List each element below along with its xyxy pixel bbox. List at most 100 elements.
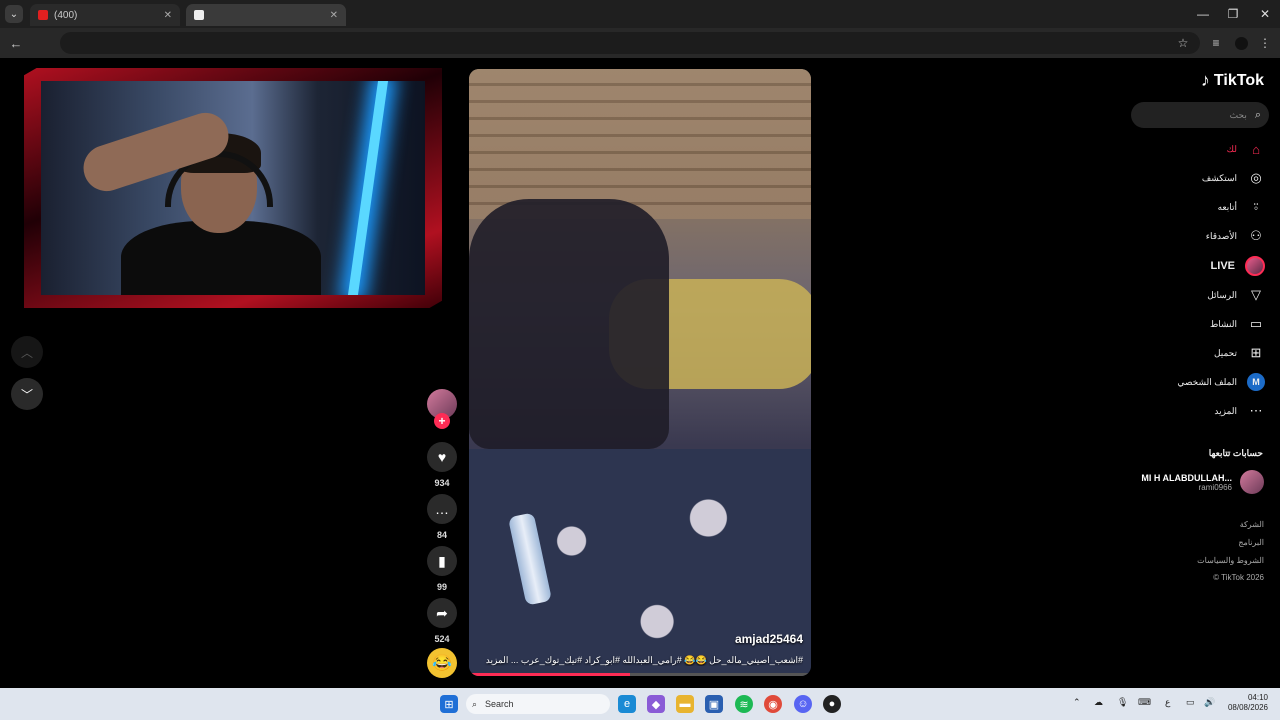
profile-avatar-icon[interactable]: [1232, 34, 1250, 52]
account-avatar: [1240, 470, 1264, 494]
nav-label: الأصدقاء: [1205, 230, 1237, 241]
edge-icon[interactable]: e: [618, 695, 636, 713]
chevron-down-icon: ﹀: [20, 387, 33, 402]
search-icon: ⌕: [472, 698, 478, 709]
file-explorer-icon[interactable]: ▬: [676, 695, 694, 713]
spotify-icon[interactable]: ≋: [735, 695, 753, 713]
nav-more[interactable]: ⋯ المزيد: [1214, 402, 1265, 420]
follow-plus-icon[interactable]: +: [434, 413, 450, 429]
video-scene-wall: [469, 69, 811, 219]
nav-label: استكشف: [1201, 172, 1237, 183]
nav-label: LIVE: [1210, 260, 1235, 272]
taskbar-search-label: Search: [485, 699, 514, 709]
maximize-icon[interactable]: ❐: [1216, 0, 1250, 28]
nav-activity[interactable]: ▭ النشاط: [1210, 315, 1265, 333]
clock-date: 08/08/2026: [1227, 703, 1268, 712]
led-light-strip: [347, 81, 389, 295]
messages-icon: ▽: [1251, 287, 1261, 302]
nav-upload[interactable]: ⊞ تحميل: [1214, 344, 1265, 362]
nav-friends[interactable]: ⚇ الأصدقاء: [1206, 227, 1265, 245]
followed-account[interactable]: MI H ALABDULLAH... rami0966: [1141, 470, 1264, 494]
footer-link-program[interactable]: البرنامج: [1238, 538, 1264, 547]
previous-video-button[interactable]: ︿: [11, 336, 43, 368]
network-icon[interactable]: ▭: [1186, 697, 1195, 708]
search-icon: ⌕: [1254, 108, 1261, 121]
following-accounts-title: حسابات تتابعها: [1208, 448, 1263, 458]
nav-label: المزيد: [1214, 405, 1237, 416]
save-count: 99: [436, 582, 447, 592]
onedrive-icon[interactable]: ☁: [1094, 697, 1103, 708]
share-arrow-icon[interactable]: ➦: [427, 598, 457, 628]
more-icon: ⋯: [1249, 403, 1263, 418]
volume-icon[interactable]: 🔊: [1204, 697, 1215, 708]
search-input[interactable]: بحث ⌕: [1131, 102, 1269, 128]
store-icon[interactable]: ▣: [705, 695, 723, 713]
chevron-up-icon: ︿: [20, 345, 33, 360]
nav-messages[interactable]: ▽ الرسائل: [1207, 286, 1265, 304]
media-controls-icon[interactable]: ≡: [1207, 34, 1225, 52]
back-arrow-icon[interactable]: ←: [6, 33, 26, 53]
window-close-icon[interactable]: ✕: [1248, 0, 1280, 28]
taskbar-search[interactable]: ⌕ Search: [466, 694, 610, 714]
copilot-icon[interactable]: ◆: [647, 695, 665, 713]
chrome-icon[interactable]: ◉: [764, 695, 782, 713]
nav-label: لك: [1226, 143, 1237, 154]
footer-link-terms[interactable]: الشروط والسياسات: [1197, 556, 1264, 565]
browser-tab-2[interactable]: ✕: [186, 4, 346, 26]
save-action[interactable]: ▮ 99: [426, 546, 458, 592]
address-input[interactable]: [60, 32, 1200, 54]
nav-for-you[interactable]: ⌂ لك: [1227, 140, 1265, 158]
tab-search-button[interactable]: ⌄: [5, 5, 23, 23]
search-placeholder: بحث: [1229, 109, 1247, 120]
video-scene-person: [469, 199, 669, 449]
keyboard-icon[interactable]: ⌨: [1138, 697, 1151, 708]
discord-icon[interactable]: ☺: [794, 695, 812, 713]
browser-tab-1[interactable]: (400) ✕: [30, 4, 180, 26]
close-icon[interactable]: ✕: [330, 10, 338, 21]
tray-overflow-icon[interactable]: ⌃: [1073, 697, 1081, 708]
share-action[interactable]: ➦ 524: [426, 598, 458, 644]
bookmark-icon[interactable]: ▮: [427, 546, 457, 576]
nav-profile[interactable]: M الملف الشخصي: [1177, 373, 1265, 391]
laughing-emoji-icon[interactable]: 😂: [427, 648, 457, 678]
webcam-feed: [41, 81, 425, 295]
heart-icon[interactable]: ♥: [427, 442, 457, 472]
input-language[interactable]: ع: [1165, 697, 1170, 708]
tiktok-favicon-icon: [194, 10, 204, 20]
menu-kebab-icon[interactable]: ⋮: [1256, 34, 1274, 52]
obs-icon[interactable]: ●: [823, 695, 841, 713]
windows-start-icon[interactable]: ⊞: [440, 695, 458, 713]
video-progress-fill: [469, 673, 630, 676]
next-video-button[interactable]: ﹀: [11, 378, 43, 410]
tiktok-note-icon: ♪: [1200, 70, 1210, 90]
minimize-icon[interactable]: —: [1186, 0, 1220, 28]
account-name: MI H ALABDULLAH...: [1141, 472, 1232, 483]
tiktok-logo[interactable]: ♪ TikTok: [1201, 70, 1264, 91]
nav-live[interactable]: LIVE: [1211, 256, 1265, 276]
upload-icon: ⊞: [1250, 345, 1262, 360]
home-icon: ⌂: [1252, 141, 1260, 157]
taskbar-clock[interactable]: 04:10 08/08/2026: [1228, 693, 1268, 713]
comment-icon[interactable]: …: [427, 494, 457, 524]
close-icon[interactable]: ✕: [164, 10, 172, 21]
video-caption[interactable]: #اشعب_اصيني_ماله_حل 😂😂 #رامي_العبدالله #…: [477, 655, 803, 666]
nav-label: الرسائل: [1207, 289, 1237, 300]
like-action[interactable]: ♥ 934: [426, 442, 458, 488]
like-count: 934: [434, 478, 450, 488]
bookmark-star-icon[interactable]: ☆: [1174, 34, 1192, 52]
nav-label: تحميل: [1213, 347, 1237, 358]
footer-link-company[interactable]: الشركة: [1240, 520, 1264, 529]
webcam-overlay: [24, 68, 442, 308]
nav-following[interactable]: ⍤ أتابعه: [1218, 198, 1265, 216]
compass-icon: ◎: [1250, 170, 1262, 185]
nav-explore[interactable]: ◎ استكشف: [1202, 169, 1265, 187]
youtube-icon: [38, 10, 48, 20]
tiktok-page: ︿ ﹀ amjad25464 #اشعب_اصيني_ماله_حل 😂😂 #ر…: [0, 58, 1280, 688]
video-progress-bar[interactable]: [469, 673, 811, 676]
video-player[interactable]: amjad25464 #اشعب_اصيني_ماله_حل 😂😂 #رامي_…: [469, 69, 811, 676]
microphone-icon[interactable]: 🎙: [1117, 697, 1128, 708]
tab-1-title: (400): [54, 9, 78, 21]
video-author[interactable]: amjad25464: [735, 632, 803, 646]
comment-action[interactable]: … 84: [426, 494, 458, 540]
comment-count: 84: [436, 530, 447, 540]
